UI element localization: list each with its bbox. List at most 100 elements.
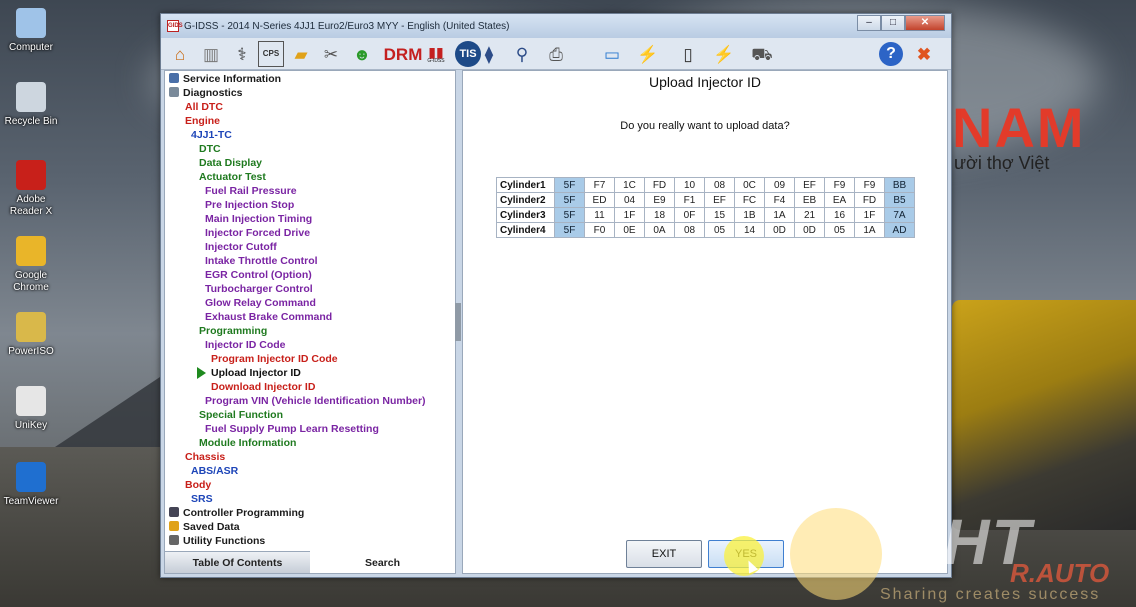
device-icon[interactable]: ▯ [675, 41, 701, 67]
tools-icon[interactable]: ✂ [318, 41, 344, 67]
table-row: Cylinder4 5F F0 0E 0A 08 05 14 0D 0D 05 1A AD [496, 222, 915, 238]
tis-icon[interactable]: TIS [455, 41, 481, 67]
desktop-icon-chrome[interactable]: Google Chrome [0, 236, 62, 294]
tree-item-service-information[interactable]: Service Information [169, 72, 281, 86]
tree-item-engine[interactable]: Engine [185, 114, 220, 128]
printer-icon[interactable]: ⎙ [543, 41, 569, 67]
tree-item-all-dtc[interactable]: All DTC [185, 100, 223, 114]
tree-item-programming[interactable]: Programming [199, 324, 267, 338]
desktop-icon-unikey[interactable]: UniKey [0, 386, 62, 432]
desktop-icon-computer[interactable]: Computer [0, 8, 62, 54]
tree-item-controller-programming[interactable]: Controller Programming [169, 506, 304, 520]
confirm-question: Do you really want to upload data? [620, 120, 790, 132]
table-cell: 1A [764, 207, 795, 223]
tree-item-intake-throttle-control[interactable]: Intake Throttle Control [205, 254, 318, 268]
tree-item-special-function[interactable]: Special Function [199, 408, 283, 422]
drm-icon[interactable]: DRM [384, 41, 423, 67]
search-icon[interactable]: ⚲ [509, 41, 535, 67]
desktop-icon-poweriso[interactable]: PowerISO [0, 312, 62, 358]
lightning-icon[interactable]: ⚡ [711, 41, 737, 67]
tree-item-label: Actuator Test [199, 171, 266, 183]
tree-item-saved-data[interactable]: Saved Data [169, 520, 240, 534]
table-cell: 0D [794, 222, 825, 238]
table-cell: 1C [614, 177, 645, 193]
tree-item-fuel-rail-pressure[interactable]: Fuel Rail Pressure [205, 184, 297, 198]
home-icon[interactable]: ⌂ [167, 41, 193, 67]
desktop-icon-teamviewer[interactable]: TeamViewer [0, 462, 62, 508]
pin-icon[interactable]: ⧫ [481, 41, 497, 67]
desktop-icon-label: PowerISO [8, 346, 54, 357]
table-cell: 0F [674, 207, 705, 223]
tree-item-main-injection-timing[interactable]: Main Injection Timing [205, 212, 312, 226]
tree-item-label: Programming [199, 325, 268, 337]
exit-app-icon[interactable]: ✖ [911, 41, 937, 67]
tree-item-dtc[interactable]: DTC [199, 142, 221, 156]
tab-table-of-contents[interactable]: Table Of Contents [165, 551, 310, 573]
tree-item-glow-relay-command[interactable]: Glow Relay Command [205, 296, 316, 310]
desktop-icon-label: Recycle Bin [4, 116, 58, 127]
tree-item-4jj1-tc[interactable]: 4JJ1-TC [191, 128, 232, 142]
table-cell: 16 [824, 207, 855, 223]
tree-item-label: Body [185, 479, 212, 491]
tree-item-label: Exhaust Brake Command [205, 311, 333, 323]
tree-item-fuel-supply-pump-learn-resetting[interactable]: Fuel Supply Pump Learn Resetting [205, 422, 379, 436]
help-icon[interactable]: ? [879, 42, 903, 66]
table-cell: F7 [584, 177, 615, 193]
folder-icon[interactable]: ▰ [288, 41, 314, 67]
tree-item-abs-asr[interactable]: ABS/ASR [191, 464, 238, 478]
table-cell: E9 [644, 192, 675, 208]
tree-item-diagnostics[interactable]: Diagnostics [169, 86, 243, 100]
watermark-sub-logo: R.AUTO [1010, 558, 1110, 588]
exit-button[interactable]: EXIT [626, 540, 702, 568]
stethoscope-icon[interactable]: ⚕ [229, 41, 255, 67]
splitter-handle[interactable] [455, 303, 461, 341]
maximize-button[interactable]: □ [881, 15, 905, 31]
tree-item-body[interactable]: Body [185, 478, 211, 492]
tree-item-module-information[interactable]: Module Information [199, 436, 296, 450]
tree-item-utility-functions[interactable]: Utility Functions [169, 534, 265, 548]
truck-icon[interactable]: ⛟ [749, 41, 775, 67]
desktop-icon-recycle-bin[interactable]: Recycle Bin [0, 82, 62, 128]
adobe-reader-icon [16, 160, 46, 190]
table-cell: 0D [764, 222, 795, 238]
tree-item-injector-id-code[interactable]: Injector ID Code [205, 338, 286, 352]
gidss-app-icon: GIDS [167, 20, 183, 32]
desktop-icon-adobe-reader[interactable]: Adobe Reader X [0, 160, 62, 218]
table-cell: 0C [734, 177, 765, 193]
table-cell: F9 [824, 177, 855, 193]
table-cell: EF [794, 177, 825, 193]
desktop-icon-label: Google Chrome [13, 270, 49, 293]
minimize-button[interactable]: – [857, 15, 881, 31]
chrome-icon [16, 236, 46, 266]
tree-item-label: Injector Cutoff [205, 241, 277, 253]
tree-item-injector-cutoff[interactable]: Injector Cutoff [205, 240, 277, 254]
tree-item-download-injector-id[interactable]: Download Injector ID [211, 380, 315, 394]
close-button[interactable]: ✕ [905, 15, 945, 31]
watermark-slogan: Sharing creates success [880, 586, 1101, 603]
cps-icon[interactable]: CPS [258, 41, 284, 67]
lightning-icon[interactable]: ⚡ [635, 41, 661, 67]
tree-item-program-injector-id-code[interactable]: Program Injector ID Code [211, 352, 338, 366]
book-icon[interactable]: ▥ [198, 41, 224, 67]
gidss-window: GIDS G-IDSS - 2014 N-Series 4JJ1 Euro2/E… [160, 13, 952, 578]
tree-item-srs[interactable]: SRS [191, 492, 213, 506]
tree-item-actuator-test[interactable]: Actuator Test [199, 170, 266, 184]
tree-item-turbocharger-control[interactable]: Turbocharger Control [205, 282, 313, 296]
tree-item-exhaust-brake-command[interactable]: Exhaust Brake Command [205, 310, 332, 324]
gidss-chart-icon[interactable]: ▮▮ G-IDSS [423, 41, 449, 67]
tree-item-program-vin-vehicle-identification-number[interactable]: Program VIN (Vehicle Identification Numb… [205, 394, 426, 408]
tree-item-label: EGR Control (Option) [205, 269, 312, 281]
tree-item-data-display[interactable]: Data Display [199, 156, 262, 170]
tree-item-injector-forced-drive[interactable]: Injector Forced Drive [205, 226, 310, 240]
table-cell: 11 [584, 207, 615, 223]
tab-search[interactable]: Search [310, 551, 455, 573]
table-cell: 05 [704, 222, 735, 238]
laptop-icon[interactable]: ▭ [599, 41, 625, 67]
tree-item-chassis[interactable]: Chassis [185, 450, 225, 464]
tree-item-upload-injector-id[interactable]: Upload Injector ID [197, 366, 301, 380]
tree-item-pre-injection-stop[interactable]: Pre Injection Stop [205, 198, 294, 212]
frog-icon[interactable]: ☻ [349, 41, 375, 67]
title-bar[interactable]: GIDS G-IDSS - 2014 N-Series 4JJ1 Euro2/E… [161, 14, 951, 38]
tree-item-egr-control-option[interactable]: EGR Control (Option) [205, 268, 312, 282]
tree-item-label: Diagnostics [183, 87, 243, 99]
